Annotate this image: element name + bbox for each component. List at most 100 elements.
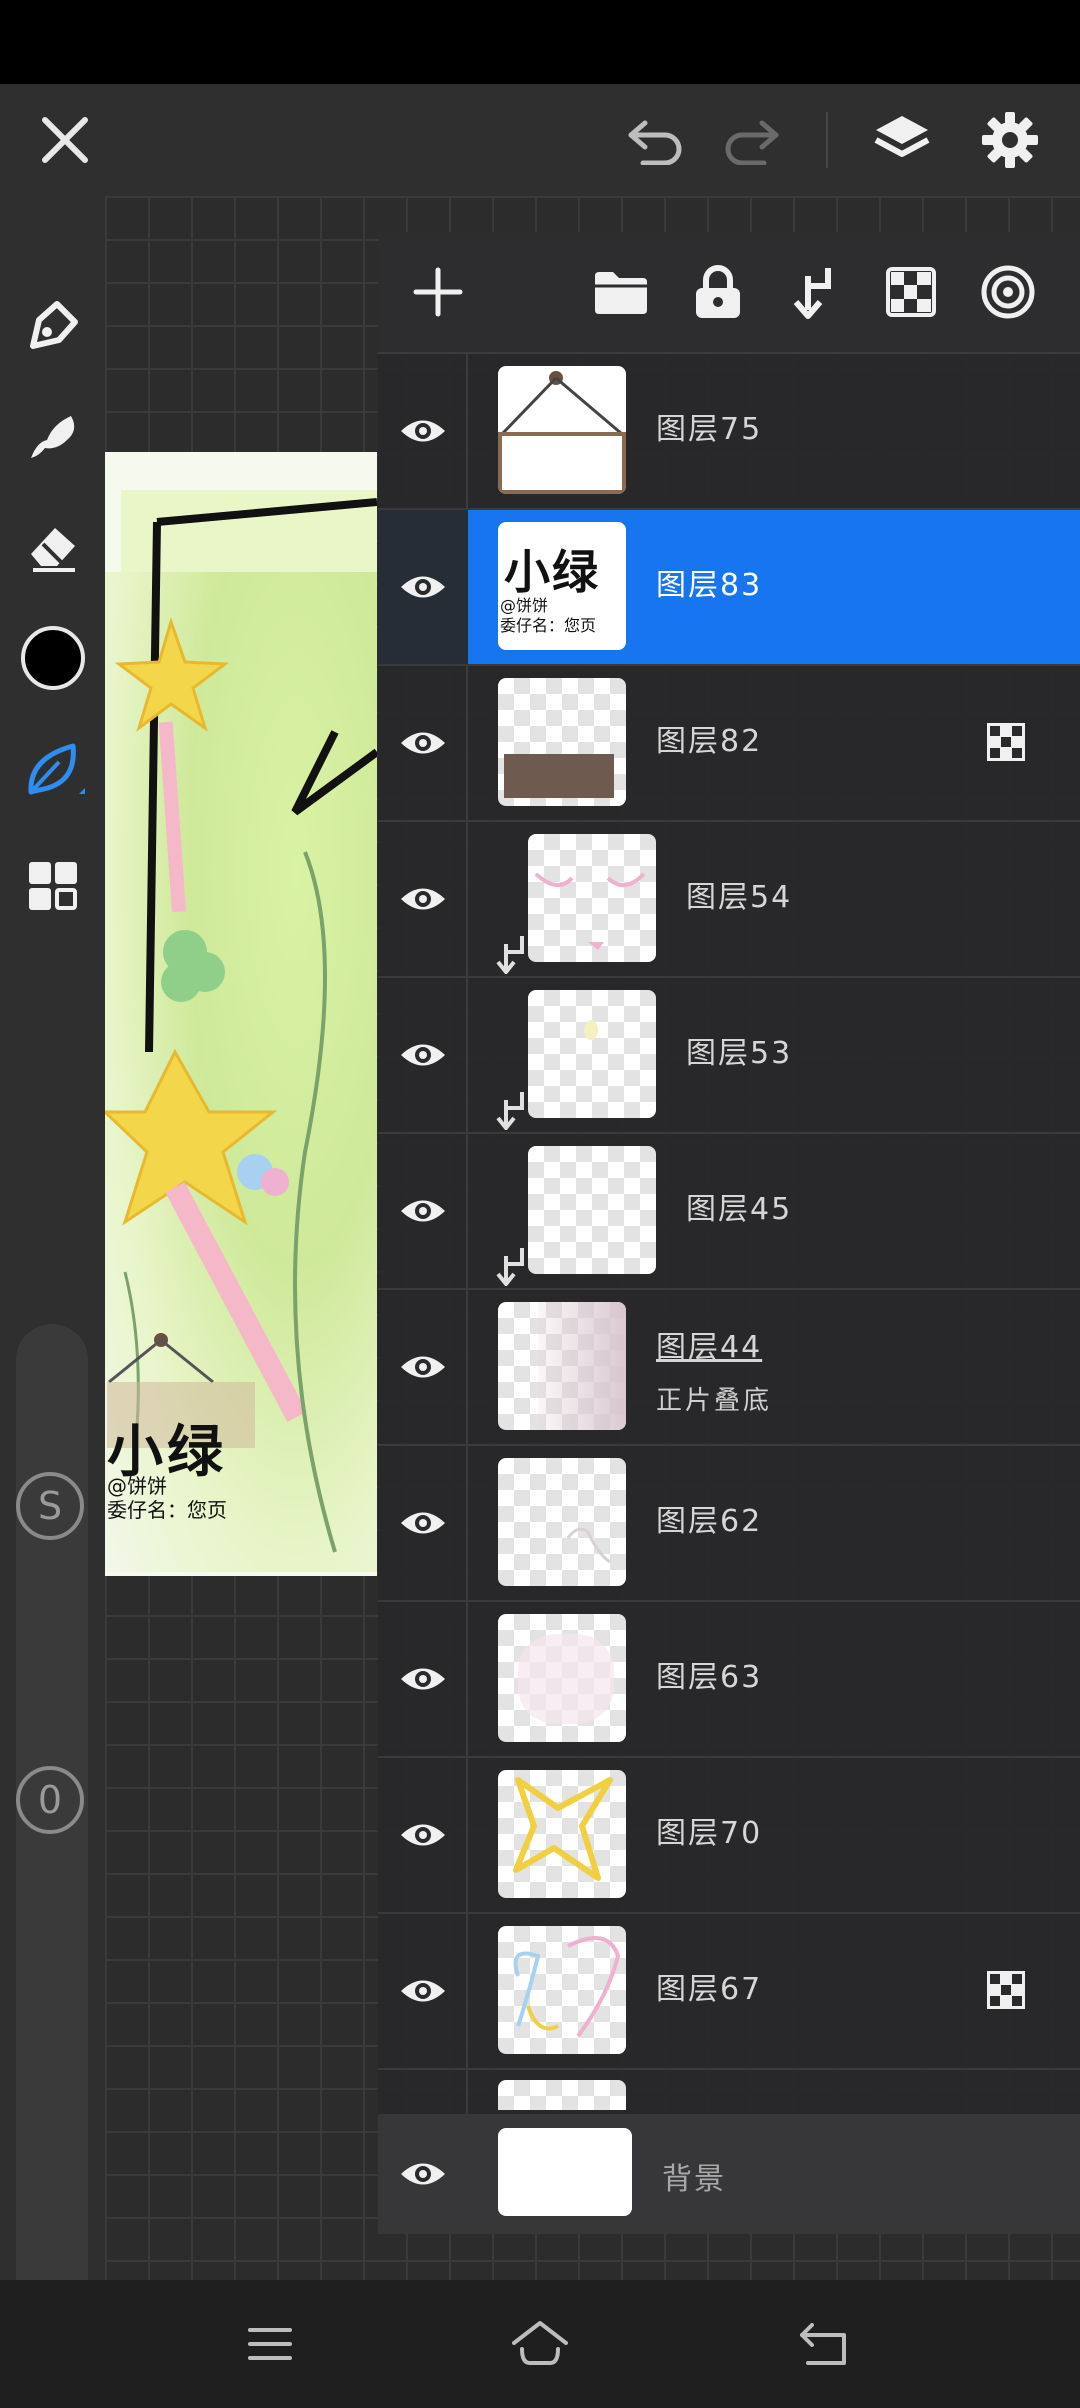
- eye-icon: [401, 1200, 445, 1222]
- alpha-lock-indicator-icon: [987, 723, 1025, 761]
- visibility-toggle[interactable]: [378, 1446, 468, 1600]
- eye-icon: [401, 1044, 445, 1066]
- clipping-mask-arrow-icon: [496, 936, 524, 974]
- eye-icon: [401, 1512, 445, 1534]
- layer-name: 图层62: [656, 1504, 763, 1539]
- close-icon: [42, 117, 88, 163]
- layers-button[interactable]: [862, 84, 942, 196]
- eraser-tool[interactable]: [0, 496, 105, 596]
- merge-down-icon: [793, 268, 831, 319]
- lock-icon: [696, 265, 740, 318]
- layer-row-75[interactable]: 图层75: [378, 354, 1080, 510]
- smudge-tool[interactable]: [0, 386, 105, 486]
- reference-layer-button[interactable]: [968, 252, 1048, 332]
- smudge-icon: [30, 416, 74, 458]
- layer-row-67[interactable]: 图层67: [378, 1914, 1080, 2070]
- layer-row-44[interactable]: 图层44 正片叠底: [378, 1290, 1080, 1446]
- layer-name: 图层44: [656, 1330, 763, 1365]
- folder-icon: [595, 272, 647, 314]
- layers-icon: [874, 116, 930, 157]
- layer-row-54[interactable]: 图层54: [378, 822, 1080, 978]
- layer-row-70[interactable]: 图层70: [378, 1758, 1080, 1914]
- layer-name: 图层45: [686, 1192, 793, 1227]
- layer-row-82[interactable]: 图层82: [378, 666, 1080, 822]
- layer-thumbnail: [528, 990, 656, 1118]
- leaf-brush-icon: [27, 743, 85, 795]
- menu-icon: [248, 2328, 292, 2360]
- home-icon: [512, 2321, 568, 2365]
- artwork-sign-line2: 委仔名：您页: [107, 1498, 227, 1522]
- eye-icon: [401, 888, 445, 910]
- eye-icon: [401, 732, 445, 754]
- visibility-toggle[interactable]: [378, 2114, 468, 2234]
- opacity-badge[interactable]: 0: [16, 1766, 84, 1834]
- eye-icon: [401, 1824, 445, 1846]
- lock-layer-button[interactable]: [678, 252, 758, 332]
- visibility-toggle[interactable]: [378, 1290, 468, 1444]
- visibility-toggle[interactable]: [378, 1758, 468, 1912]
- system-navigation-bar: [0, 2280, 1080, 2408]
- menu-button[interactable]: [230, 2304, 310, 2384]
- grid-menu-icon: [28, 862, 77, 910]
- layer-name: 图层70: [656, 1816, 763, 1851]
- layer-thumbnail: [528, 1146, 656, 1274]
- thumbnail-sign-subtitle: @饼饼 委仔名：您页: [500, 596, 596, 636]
- eye-icon: [401, 1356, 445, 1378]
- visibility-toggle[interactable]: [378, 822, 468, 976]
- visibility-toggle[interactable]: [378, 354, 468, 508]
- brush-library-tool[interactable]: [0, 720, 105, 820]
- settings-button[interactable]: [970, 84, 1050, 196]
- layer-row-83[interactable]: 小绿 @饼饼 委仔名：您页 图层83: [378, 510, 1080, 666]
- back-icon: [800, 2323, 846, 2365]
- back-button[interactable]: [785, 2304, 865, 2384]
- pen-tool[interactable]: [0, 276, 105, 376]
- redo-button[interactable]: [712, 84, 792, 196]
- artwork-canvas[interactable]: 小绿 @饼饼 委仔名：您页: [105, 452, 377, 1576]
- alpha-lock-indicator-icon: [987, 1971, 1025, 2009]
- undo-icon: [628, 120, 682, 165]
- visibility-toggle[interactable]: [378, 510, 468, 664]
- layer-name: 图层63: [656, 1660, 763, 1695]
- left-toolbar: S 0: [0, 196, 105, 2334]
- layer-thumbnail: [498, 678, 626, 806]
- visibility-toggle[interactable]: [378, 978, 468, 1132]
- layer-thumbnail: [498, 2080, 626, 2110]
- artwork-sign-subtitle: @饼饼 委仔名：您页: [107, 1474, 227, 1522]
- layer-thumbnail: [498, 1770, 626, 1898]
- color-picker[interactable]: [0, 608, 105, 708]
- clipping-mask-arrow-icon: [496, 1248, 524, 1286]
- layers-panel: 图层75 小绿 @饼饼 委仔名：您页 图层83 图层82 图层54 图层53 图…: [378, 232, 1080, 2234]
- close-button[interactable]: [20, 84, 110, 196]
- layer-name: 图层67: [656, 1972, 763, 2007]
- gallery-menu-tool[interactable]: [0, 836, 105, 936]
- brush-size-badge[interactable]: S: [16, 1472, 84, 1540]
- visibility-toggle[interactable]: [378, 1914, 468, 2068]
- layer-row-62[interactable]: 图层62: [378, 1446, 1080, 1602]
- undo-button[interactable]: [615, 84, 695, 196]
- thumbnail-sign-line1: @饼饼: [500, 596, 549, 615]
- layer-row-partial[interactable]: [378, 2070, 1080, 2110]
- visibility-toggle[interactable]: [378, 1134, 468, 1288]
- thumbnail-sign-graphic: [498, 371, 626, 494]
- layer-row-background[interactable]: 背景: [378, 2114, 1080, 2234]
- eye-icon: [401, 1980, 445, 2002]
- gear-icon: [982, 112, 1038, 168]
- layer-blend-mode: 正片叠底: [656, 1386, 773, 1416]
- merge-down-button[interactable]: [773, 252, 853, 332]
- visibility-toggle[interactable]: [378, 666, 468, 820]
- new-group-button[interactable]: [581, 252, 661, 332]
- visibility-toggle[interactable]: [378, 1602, 468, 1756]
- layer-row-45[interactable]: 图层45: [378, 1134, 1080, 1290]
- reference-icon: [981, 265, 1035, 319]
- layer-row-53[interactable]: 图层53: [378, 978, 1080, 1134]
- alpha-lock-button[interactable]: [871, 252, 951, 332]
- layer-row-63[interactable]: 图层63: [378, 1602, 1080, 1758]
- add-layer-button[interactable]: [398, 252, 478, 332]
- home-button[interactable]: [500, 2304, 580, 2384]
- alpha-icon: [886, 267, 936, 317]
- status-bar: [0, 0, 1080, 84]
- layer-thumbnail: [498, 2128, 632, 2216]
- eye-icon: [401, 1668, 445, 1690]
- toolbar-divider: [826, 112, 828, 168]
- layer-name: 背景: [662, 2162, 726, 2197]
